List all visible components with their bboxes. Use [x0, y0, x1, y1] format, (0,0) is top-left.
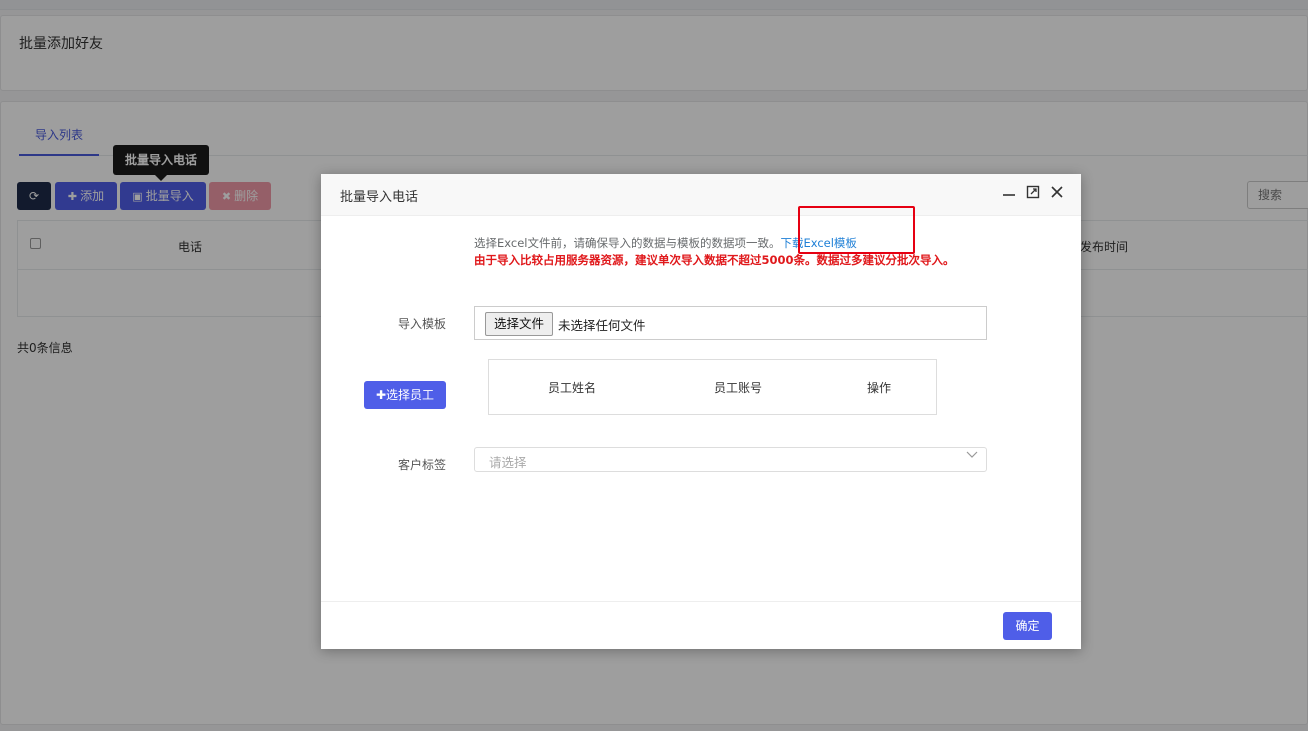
choose-file-button[interactable]: 选择文件 [485, 312, 553, 336]
customer-tag-placeholder: 请选择 [489, 455, 527, 470]
import-warning: 由于导入比较占用服务器资源，建议单次导入数据不超过5000条。数据过多建议分批次… [474, 253, 955, 267]
maximize-icon[interactable] [1023, 184, 1043, 204]
customer-tag-select[interactable]: 请选择 [474, 447, 987, 472]
minimize-icon[interactable] [999, 184, 1019, 204]
employee-table: 员工姓名 员工账号 操作 [488, 359, 937, 415]
dialog-title: 批量导入电话 [340, 190, 419, 205]
column-employee-account: 员工账号 [714, 381, 763, 395]
import-dialog: 批量导入电话 选择Excel文件前，请确保导入的数据与模板的数据项一致。下载Ex… [321, 174, 1081, 649]
dialog-footer: 确定 [321, 601, 1081, 649]
close-icon[interactable] [1047, 184, 1067, 204]
customer-tag-label: 客户标签 [397, 458, 446, 472]
highlight-box [798, 206, 915, 254]
dialog-header: 批量导入电话 [321, 174, 1081, 216]
no-file-text: 未选择任何文件 [558, 318, 646, 333]
confirm-button[interactable]: 确定 [1003, 612, 1052, 640]
template-label: 导入模板 [397, 317, 446, 331]
plus-icon: ✚ [375, 388, 387, 402]
column-operation: 操作 [867, 381, 892, 395]
select-employee-button[interactable]: ✚选择员工 [364, 381, 446, 409]
select-employee-label: 选择员工 [386, 388, 435, 402]
column-employee-name: 员工姓名 [548, 381, 597, 395]
file-input[interactable]: 选择文件 未选择任何文件 [474, 306, 987, 340]
import-hint-text: 选择Excel文件前，请确保导入的数据与模板的数据项一致。 [474, 236, 781, 250]
chevron-down-icon [966, 451, 978, 458]
